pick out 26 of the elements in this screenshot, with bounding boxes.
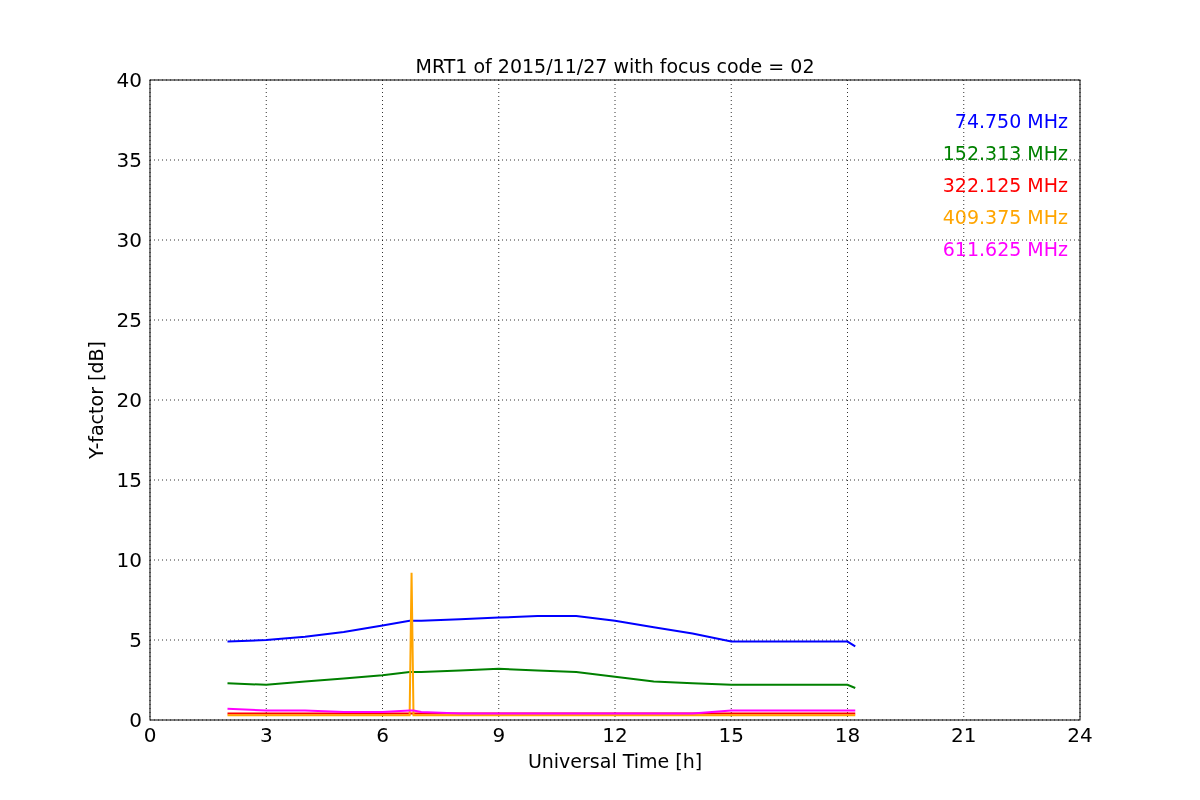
y-tick-label: 30 xyxy=(116,228,142,252)
x-tick-label: 6 xyxy=(376,723,389,747)
y-tick-label: 35 xyxy=(116,148,142,172)
legend-label: 409.375 MHz xyxy=(942,206,1068,228)
x-tick-label: 0 xyxy=(143,723,157,747)
x-tick-label: 18 xyxy=(834,723,861,747)
legend-label: 152.313 MHz xyxy=(942,142,1068,164)
y-tick-label: 25 xyxy=(116,308,142,332)
chart-title: MRT1 of 2015/11/27 with focus code = 02 xyxy=(415,55,815,77)
x-tick-label: 21 xyxy=(951,723,977,747)
x-tick-label: 15 xyxy=(718,723,744,747)
y-axis-label: Y-factor [dB] xyxy=(85,341,107,459)
y-tick-label: 40 xyxy=(116,68,142,92)
x-tick-label: 9 xyxy=(492,723,506,747)
y-tick-label: 10 xyxy=(116,548,142,572)
y-tick-label: 5 xyxy=(129,628,142,652)
legend-label: 74.750 MHz xyxy=(954,110,1068,132)
y-tick-label: 20 xyxy=(116,388,142,412)
x-axis-label: Universal Time [h] xyxy=(527,750,703,772)
x-tick-label: 24 xyxy=(1067,723,1093,747)
x-tick-label: 12 xyxy=(602,723,628,747)
legend-label: 611.625 MHz xyxy=(942,238,1068,260)
legend-label: 322.125 MHz xyxy=(942,174,1068,196)
y-tick-label: 15 xyxy=(116,468,142,492)
x-tick-label: 3 xyxy=(259,723,273,747)
y-tick-label: 0 xyxy=(129,708,142,732)
